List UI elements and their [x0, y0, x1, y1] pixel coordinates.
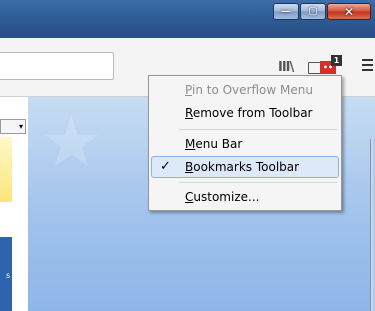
- menu-item-remove-from-toolbar[interactable]: Remove from Toolbar: [151, 102, 339, 124]
- left-dropdown[interactable]: ▾: [0, 119, 26, 134]
- menu-separator: [179, 182, 337, 183]
- checkmark-icon: ✓: [160, 159, 171, 174]
- extension-badge: 1: [331, 55, 342, 66]
- close-button[interactable]: ✕: [327, 3, 371, 20]
- menu-item-label: ustomize...: [193, 190, 260, 204]
- toolbar-context-menu: Pin to Overflow Menu Remove from Toolbar…: [148, 75, 342, 211]
- menu-separator: [179, 129, 337, 130]
- menu-item-accesskey: P: [185, 83, 192, 97]
- right-frame-edge: [370, 139, 375, 311]
- menu-item-accesskey: B: [185, 160, 194, 174]
- left-strip-text: s: [6, 271, 11, 280]
- left-blue-strip: s: [0, 237, 12, 311]
- menu-item-accesskey: M: [185, 137, 196, 151]
- menu-item-label: ookmarks Toolbar: [193, 160, 300, 174]
- menu-item-menu-bar[interactable]: Menu Bar: [151, 133, 339, 155]
- menu-item-accesskey: R: [185, 106, 193, 120]
- menu-item-pin-to-overflow[interactable]: Pin to Overflow Menu: [151, 79, 339, 101]
- menu-item-label: in to Overflow Menu: [191, 83, 313, 97]
- menu-item-label: enu Bar: [195, 137, 243, 151]
- decorative-star-icon: ★: [40, 101, 103, 183]
- menu-item-customize[interactable]: Customize...: [151, 186, 339, 208]
- library-icon[interactable]: III\: [278, 61, 294, 74]
- url-bar[interactable]: [0, 52, 114, 80]
- left-panel: ▾ s: [0, 97, 28, 311]
- menu-item-label: emove from Toolbar: [192, 106, 313, 120]
- hamburger-menu-icon[interactable]: [362, 59, 373, 74]
- menu-item-bookmarks-toolbar[interactable]: ✓ Bookmarks Toolbar: [151, 156, 339, 178]
- title-bar: — ▢ ✕: [0, 0, 375, 38]
- minimize-button[interactable]: —: [273, 3, 299, 20]
- window-controls: — ▢ ✕: [273, 3, 371, 20]
- left-yellow-strip: [0, 137, 12, 202]
- maximize-button[interactable]: ▢: [300, 3, 326, 20]
